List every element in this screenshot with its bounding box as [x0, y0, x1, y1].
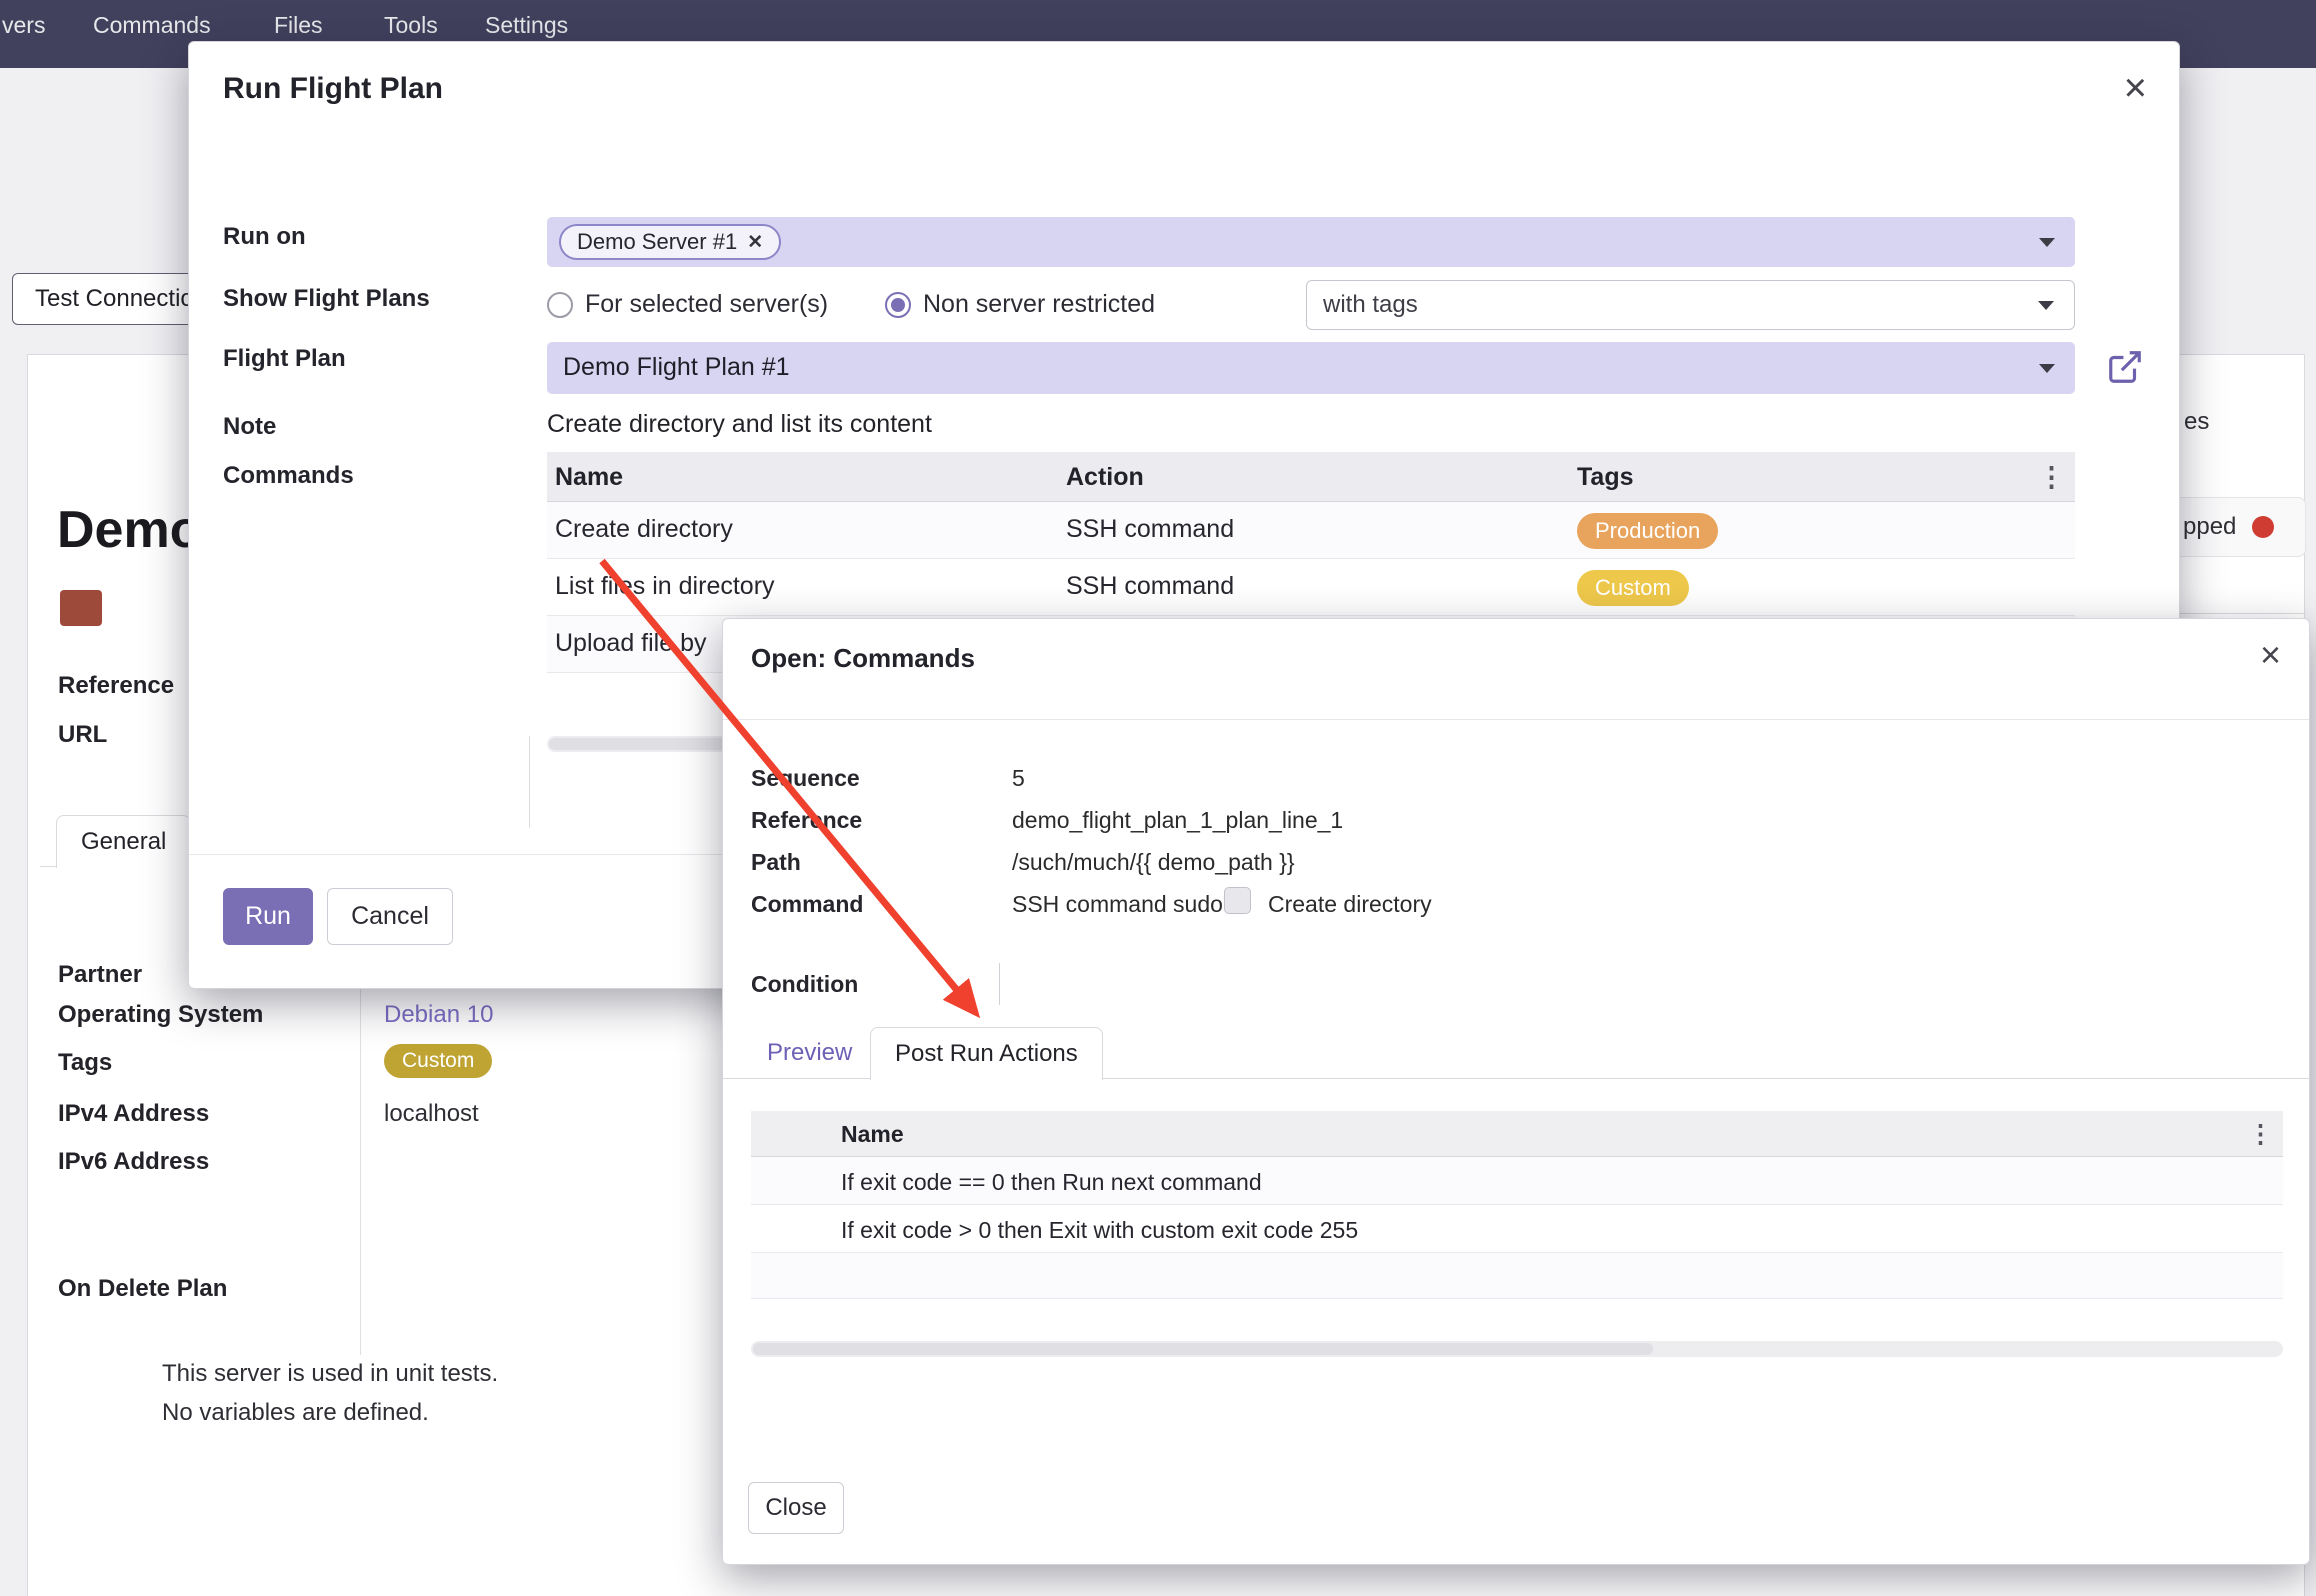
- url-label: URL: [58, 721, 107, 749]
- cell-name: If exit code > 0 then Exit with custom e…: [841, 1217, 1358, 1244]
- cell-name: Upload file by: [555, 629, 706, 658]
- flight-plan-label: Flight Plan: [223, 345, 346, 373]
- open-commands-modal: Open: Commands × Sequence 5 Reference de…: [722, 618, 2310, 1565]
- radio-for-selected-servers-label[interactable]: For selected server(s): [585, 290, 828, 319]
- commands-modal-close-icon[interactable]: ×: [2260, 637, 2281, 673]
- command-link[interactable]: Create directory: [1268, 891, 1432, 918]
- col-header-tags[interactable]: Tags: [1577, 463, 1634, 492]
- dropdown-caret-icon[interactable]: [2039, 364, 2055, 373]
- table-row[interactable]: If exit code == 0 then Run next command: [751, 1157, 2283, 1205]
- unit-test-note-line1: This server is used in unit tests.: [162, 1360, 498, 1388]
- flight-plan-note-text: Create directory and list its content: [547, 410, 932, 439]
- table-row[interactable]: List files in directory SSH command Cust…: [547, 559, 2075, 616]
- reference-label: Reference: [751, 807, 862, 834]
- flight-plan-select-value: Demo Flight Plan #1: [563, 353, 790, 382]
- sequence-value: 5: [1012, 765, 1025, 792]
- show-flight-plans-label: Show Flight Plans: [223, 285, 430, 313]
- command-label: Command: [751, 891, 863, 918]
- commands-modal-title: Open: Commands: [751, 643, 975, 674]
- horizontal-scrollbar[interactable]: [751, 1341, 2283, 1357]
- with-tags-select[interactable]: with tags: [1306, 280, 2075, 330]
- external-link-icon[interactable]: [2106, 348, 2144, 386]
- ipv4-label: IPv4 Address: [58, 1100, 209, 1128]
- kebab-icon[interactable]: ⋮: [2038, 462, 2065, 493]
- cell-action: SSH command: [1066, 572, 1234, 601]
- reference-label: Reference: [58, 672, 174, 700]
- tags-label: Tags: [58, 1049, 112, 1077]
- path-label: Path: [751, 849, 801, 876]
- ipv4-value: localhost: [384, 1100, 479, 1128]
- run-modal-close-icon[interactable]: ×: [2124, 68, 2147, 108]
- table-header-row: Name ⋮: [751, 1111, 2283, 1157]
- condition-field-divider: [999, 963, 1000, 1005]
- cell-name: List files in directory: [555, 572, 775, 601]
- unit-test-note-line2: No variables are defined.: [162, 1399, 429, 1427]
- nav-item-settings[interactable]: Settings: [485, 12, 568, 39]
- run-button[interactable]: Run: [223, 888, 313, 945]
- close-button[interactable]: Close: [748, 1482, 844, 1534]
- run-modal-title: Run Flight Plan: [223, 72, 443, 106]
- kebab-icon[interactable]: ⋮: [2248, 1119, 2273, 1149]
- cancel-button[interactable]: Cancel: [327, 888, 453, 945]
- status-label-fragment: pped: [2183, 513, 2236, 541]
- status-stopped-dot-icon: [2252, 516, 2274, 538]
- cell-name: Create directory: [555, 515, 733, 544]
- radio-non-server-restricted[interactable]: [885, 292, 911, 318]
- post-run-actions-table: Name ⋮ If exit code == 0 then Run next c…: [751, 1111, 2283, 1299]
- tag-badge-custom: Custom: [384, 1044, 492, 1078]
- with-tags-select-value: with tags: [1323, 291, 1418, 319]
- nav-item-tools[interactable]: Tools: [384, 12, 438, 39]
- command-checkbox[interactable]: [1224, 887, 1251, 914]
- header-text-fragment: es: [2184, 408, 2209, 436]
- tag-badge-production: Production: [1577, 513, 1718, 549]
- path-value: /such/much/{{ demo_path }}: [1012, 849, 1295, 876]
- flight-plan-select[interactable]: Demo Flight Plan #1: [547, 342, 2075, 394]
- chip-remove-icon[interactable]: ✕: [747, 231, 763, 254]
- table-row-empty: [751, 1253, 2283, 1299]
- dropdown-caret-icon[interactable]: [2039, 238, 2055, 247]
- screen: vers Commands Files Tools Settings Test …: [0, 0, 2316, 1596]
- server-chip-label: Demo Server #1: [577, 229, 737, 255]
- nav-item-commands[interactable]: Commands: [93, 12, 211, 39]
- scrollbar-thumb[interactable]: [753, 1343, 1653, 1355]
- tab-post-run-actions[interactable]: Post Run Actions: [870, 1027, 1103, 1080]
- os-value-link[interactable]: Debian 10: [384, 1001, 493, 1029]
- commands-label: Commands: [223, 462, 354, 490]
- nav-item-servers[interactable]: vers: [2, 12, 45, 39]
- radio-for-selected-servers[interactable]: [547, 292, 573, 318]
- table-header-row: Name Action Tags ⋮: [547, 452, 2075, 502]
- color-swatch[interactable]: [60, 590, 102, 626]
- condition-label: Condition: [751, 971, 858, 998]
- field-column-divider: [360, 955, 361, 1355]
- tag-badge-custom: Custom: [1577, 570, 1689, 606]
- list-left-divider: [529, 736, 530, 828]
- page-title: Demo: [57, 500, 201, 560]
- cell-name: If exit code == 0 then Run next command: [841, 1169, 1262, 1196]
- col-header-name[interactable]: Name: [841, 1121, 904, 1148]
- modal-header-divider: [723, 719, 2309, 720]
- run-on-servers-field[interactable]: Demo Server #1 ✕: [547, 217, 2075, 267]
- table-row[interactable]: Create directory SSH command Production: [547, 502, 2075, 559]
- note-label: Note: [223, 413, 276, 441]
- on-delete-plan-label: On Delete Plan: [58, 1275, 227, 1303]
- run-on-label: Run on: [223, 223, 306, 251]
- cell-action: SSH command: [1066, 515, 1234, 544]
- col-header-name[interactable]: Name: [555, 463, 623, 492]
- button-box-divider: [2180, 613, 2306, 614]
- nav-item-files[interactable]: Files: [274, 12, 323, 39]
- radio-non-server-restricted-label[interactable]: Non server restricted: [923, 290, 1155, 319]
- dropdown-caret-icon[interactable]: [2038, 301, 2054, 310]
- sequence-label: Sequence: [751, 765, 860, 792]
- server-chip[interactable]: Demo Server #1 ✕: [559, 224, 781, 260]
- col-header-action[interactable]: Action: [1066, 463, 1144, 492]
- table-row[interactable]: If exit code > 0 then Exit with custom e…: [751, 1205, 2283, 1253]
- tab-preview[interactable]: Preview: [767, 1039, 852, 1067]
- os-label: Operating System: [58, 1001, 263, 1029]
- reference-value: demo_flight_plan_1_plan_line_1: [1012, 807, 1343, 834]
- command-value: SSH command sudo: [1012, 891, 1223, 918]
- ipv6-label: IPv6 Address: [58, 1148, 209, 1176]
- partner-label: Partner: [58, 961, 142, 989]
- tab-general[interactable]: General: [56, 815, 191, 868]
